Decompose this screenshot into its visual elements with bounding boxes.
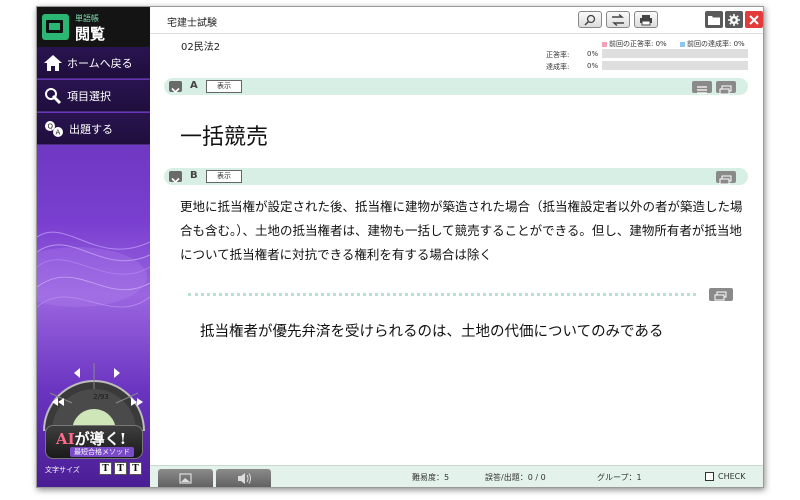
font-size-medium-button[interactable]: T (114, 462, 127, 475)
font-size-large-button[interactable]: T (129, 462, 142, 475)
header-divider (150, 33, 763, 34)
achieve-rate-label: 達成率: (546, 63, 570, 71)
ai-badge-title: AIが導く! (56, 428, 126, 449)
chevron-down-icon (171, 87, 180, 94)
term-text: 一括競売 (180, 125, 269, 150)
audio-button[interactable] (216, 469, 271, 487)
ai-badge-title-rest: が導く! (74, 430, 127, 448)
app-window: 単語帳 閲覧 ホームへ戻る 項目選択 Q A 出題する 2/93 AIが導く! … (36, 6, 764, 488)
ai-badge-subtitle: 最短合格メソッド (70, 447, 134, 457)
section-b-show-button[interactable]: 表示 (206, 170, 242, 183)
next-arrow-icon[interactable] (111, 367, 123, 379)
swap-icon (612, 13, 624, 26)
section-b-letter: B (190, 170, 198, 181)
close-button[interactable] (745, 11, 763, 28)
achieve-rate-bar (602, 61, 748, 70)
question-window-button[interactable] (709, 288, 733, 301)
category-label: 02民法2 (181, 42, 221, 53)
cursor-icon (45, 87, 62, 104)
folder-button[interactable] (705, 11, 723, 28)
correct-rate-value: 0% (587, 50, 599, 58)
difficulty-label: 難易度：5 (412, 473, 450, 482)
legend-label: 前回の正答率: (609, 40, 654, 48)
legend-prev-correct: 前回の正答率: 0% (602, 39, 667, 49)
sidebar-header: 単語帳 閲覧 (37, 7, 150, 47)
gear-icon (728, 13, 740, 26)
swap-button[interactable] (606, 11, 630, 28)
section-divider (188, 293, 696, 296)
font-size-label: 文字サイズ (45, 466, 80, 474)
window-icon (719, 85, 732, 95)
correct-rate-label: 正答率: (546, 51, 570, 59)
legend-value: 0% (655, 40, 667, 48)
section-a-bar: A 表示 (164, 78, 748, 95)
prev-arrow-icon[interactable] (71, 367, 83, 379)
mode-title: 閲覧 (75, 25, 106, 43)
footer-bar: 難易度：5 誤答/出題：0 / 0 グループ：1 CHECK (150, 465, 763, 487)
achieve-rate-value: 0% (587, 62, 599, 70)
definition-text: 更地に抵当権が設定された後、抵当権に建物が築造された場合（抵当権設定者以外の者が… (180, 199, 743, 262)
section-a-list-button[interactable] (692, 81, 712, 94)
main-panel: 宅建士試験 02民法2 前回の正答率: 0% 前回の達成率: 0% 正答率: 0… (150, 7, 763, 487)
navigation-dial (42, 363, 146, 431)
chevron-down-icon (171, 177, 180, 184)
logo-icon (42, 14, 69, 40)
window-icon (714, 291, 727, 301)
question-text: 抵当権者が優先弁済を受けられるのは、土地の代価についてのみである (200, 324, 664, 340)
section-a-window-button[interactable] (716, 81, 736, 95)
print-icon (640, 14, 652, 25)
group-label: グループ：1 (597, 473, 642, 482)
section-b-bar: B 表示 (164, 168, 748, 185)
check-checkbox[interactable] (705, 472, 714, 481)
quiz-icon: Q A (45, 120, 63, 137)
search-button[interactable] (578, 11, 602, 28)
card-counter: 2/93 (93, 393, 109, 401)
section-b-window-button[interactable] (716, 171, 736, 185)
sidebar-item-home[interactable]: ホームへ戻る (37, 47, 150, 79)
last-arrow-icon[interactable] (129, 397, 145, 407)
svg-text:Q: Q (48, 122, 54, 130)
page-title: 宅建士試験 (167, 18, 217, 29)
home-icon (44, 54, 62, 71)
sidebar-item-quiz[interactable]: Q A 出題する (37, 113, 150, 145)
legend-value: 0% (733, 40, 745, 48)
image-icon (179, 473, 192, 484)
legend-label: 前回の達成率: (687, 40, 732, 48)
legend-swatch (602, 41, 607, 47)
legend-swatch (680, 41, 685, 47)
print-button[interactable] (634, 11, 658, 28)
check-label: CHECK (718, 472, 746, 481)
sidebar-item-label: 出題する (69, 122, 113, 136)
first-arrow-icon[interactable] (50, 397, 66, 407)
font-size-small-button[interactable]: T (99, 462, 112, 475)
ai-badge-title-ai: AI (56, 430, 75, 448)
ai-badge: AIが導く! 最短合格メソッド (45, 425, 143, 459)
legend-prev-achieve: 前回の達成率: 0% (680, 39, 745, 49)
sidebar-item-select[interactable]: 項目選択 (37, 80, 150, 112)
section-a-letter: A (190, 80, 198, 91)
settings-button[interactable] (725, 11, 743, 28)
image-button[interactable] (158, 469, 213, 487)
section-a-toggle[interactable] (169, 81, 182, 94)
correct-rate-bar (602, 49, 748, 58)
section-a-show-button[interactable]: 表示 (206, 80, 242, 93)
folder-icon (708, 15, 720, 25)
close-icon (749, 14, 759, 25)
speaker-icon (238, 473, 251, 484)
svg-text:A: A (56, 128, 61, 136)
sidebar: 単語帳 閲覧 ホームへ戻る 項目選択 Q A 出題する 2/93 AIが導く! … (37, 7, 150, 487)
window-icon (719, 175, 732, 185)
search-icon (584, 14, 596, 26)
sidebar-item-label: ホームへ戻る (67, 56, 133, 70)
list-icon (697, 86, 707, 94)
sidebar-item-label: 項目選択 (67, 89, 111, 103)
section-b-toggle[interactable] (169, 171, 182, 184)
mistakes-label: 誤答/出題：0 / 0 (485, 473, 546, 482)
